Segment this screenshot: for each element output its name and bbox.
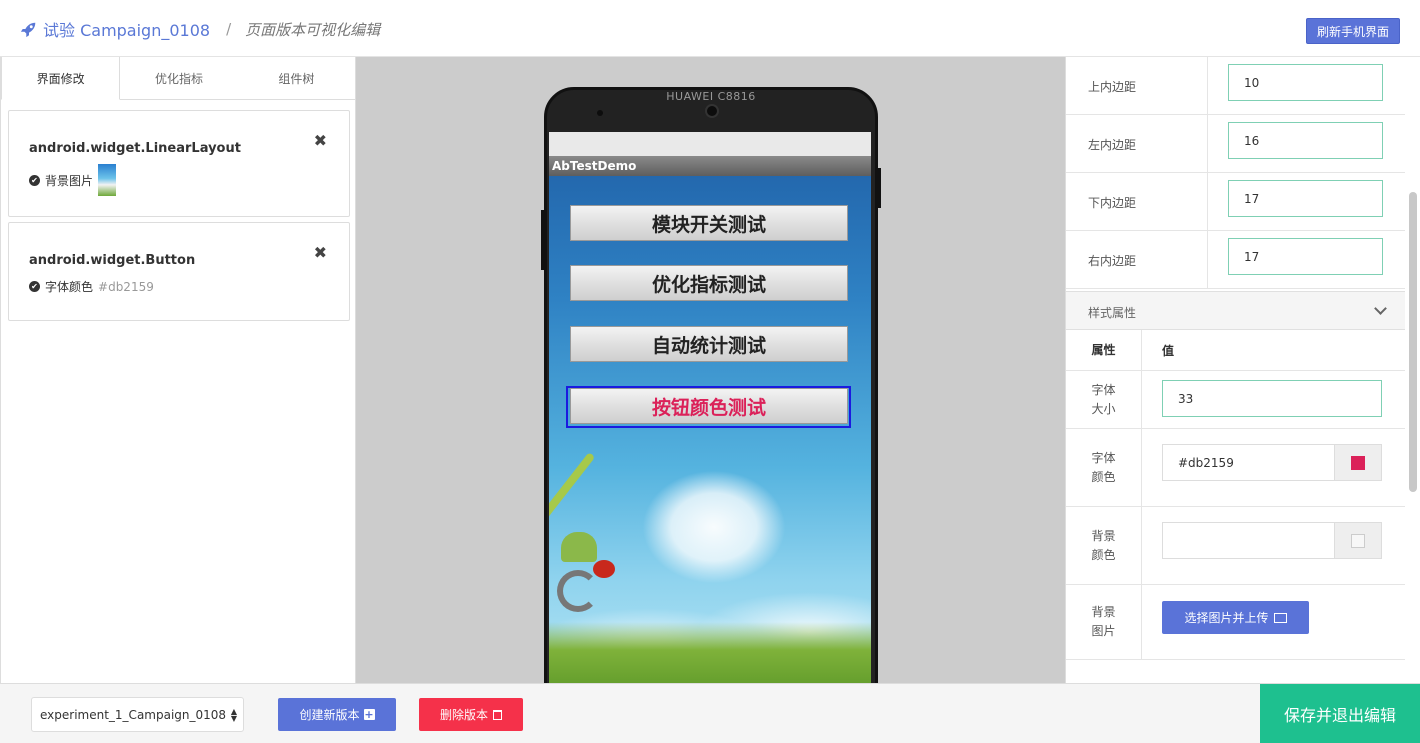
col-value-header: 值 <box>1162 344 1175 358</box>
phone-button-metrics[interactable]: 优化指标测试 <box>570 265 848 301</box>
change-card-title: android.widget.LinearLayout <box>29 141 241 156</box>
chevron-down-icon[interactable] <box>1374 302 1387 315</box>
save-and-exit-button[interactable]: 保存并退出编辑 <box>1260 684 1420 743</box>
plus-square-icon: + <box>363 708 375 721</box>
prop-row-bg-color: 背景 颜色 <box>1066 507 1405 585</box>
font-color-value: #db2159 <box>1178 455 1234 470</box>
phone-power-button <box>877 168 881 208</box>
ladybug <box>593 560 615 578</box>
bg-color-picker-button[interactable] <box>1334 523 1381 558</box>
upload-image-button[interactable]: 选择图片并上传 <box>1162 601 1309 634</box>
top-header: 试验 Campaign_0108 / 页面版本可视化编辑 刷新手机界面 <box>0 0 1420 57</box>
change-prop-label: 字体颜色 <box>45 280 94 294</box>
padding-right-input[interactable]: 17 <box>1228 238 1383 275</box>
selection-highlight <box>566 386 851 428</box>
change-card-linearlayout[interactable]: android.widget.LinearLayout ✖ ✔ 背景图片 <box>8 110 350 217</box>
app-title-bar: AbTestDemo <box>549 156 871 176</box>
change-card-prop: ✔ 背景图片 <box>29 164 117 196</box>
prop-label: 右内边距 <box>1088 253 1137 268</box>
style-table-header: 属性 值 <box>1066 330 1405 371</box>
bg-color-swatch <box>1351 533 1365 548</box>
check-circle-icon: ✔ <box>29 281 40 292</box>
phone-camera <box>705 104 719 118</box>
breadcrumb: 试验 Campaign_0108 / 页面版本可视化编辑 <box>20 17 380 41</box>
font-color-input[interactable]: #db2159 <box>1162 444 1382 481</box>
delete-version-button[interactable]: 删除版本 <box>419 698 523 731</box>
prop-label: 字体 大小 <box>1091 382 1116 416</box>
change-card-title: android.widget.Button <box>29 253 196 268</box>
padding-left-input[interactable]: 16 <box>1228 122 1383 159</box>
create-version-label: 创建新版本 <box>299 708 360 722</box>
upload-image-label: 选择图片并上传 <box>1184 611 1269 625</box>
close-icon[interactable]: ✖ <box>314 131 327 150</box>
prop-row-font-size: 字体 大小 33 <box>1066 371 1405 429</box>
prop-row-bg-image: 背景 图片 选择图片并上传 <box>1066 585 1405 660</box>
phone-screen[interactable]: AbTestDemo 模块开关测试 优化指标测试 自动统计测试 按钮颜色测试 <box>549 132 871 683</box>
tab-metrics[interactable]: 优化指标 <box>120 57 237 99</box>
prop-label: 背景 颜色 <box>1091 528 1116 562</box>
version-select[interactable]: experiment_1_Campaign_0108 ▲ ▼ <box>31 697 244 732</box>
padding-top-input[interactable]: 10 <box>1228 64 1383 101</box>
change-prop-label: 背景图片 <box>45 173 94 188</box>
campaign-link[interactable]: 试验 Campaign_0108 <box>43 17 210 41</box>
properties-scrollbar[interactable] <box>1409 192 1417 492</box>
background-thumbnail <box>98 164 117 196</box>
prop-row-padding-bottom: 下内边距 17 <box>1066 173 1405 231</box>
version-select-value: experiment_1_Campaign_0108 <box>40 707 227 722</box>
phone-preview-area: HUAWEI C8816 AbTestDemo 模块开关测试 优化指标测试 自动… <box>356 57 1065 683</box>
style-section-header[interactable]: 样式属性 <box>1066 291 1405 330</box>
grass-decoration <box>549 622 871 683</box>
prop-label: 背景 图片 <box>1091 605 1116 638</box>
font-color-swatch <box>1351 455 1365 470</box>
loading-ring <box>557 570 599 612</box>
phone-button-auto-stats[interactable]: 自动统计测试 <box>570 326 848 362</box>
phone-model-label: HUAWEI C8816 <box>666 90 756 103</box>
select-arrows-icon: ▲ ▼ <box>230 707 237 723</box>
padding-bottom-input[interactable]: 17 <box>1228 180 1383 217</box>
prop-label: 字体 颜色 <box>1091 450 1116 484</box>
left-tabs: 界面修改 优化指标 组件树 <box>1 57 355 100</box>
phone-button-module-switch[interactable]: 模块开关测试 <box>570 205 848 241</box>
phone-sensor <box>597 110 603 116</box>
phone-volume-button <box>541 210 545 270</box>
prop-row-padding-left: 左内边距 16 <box>1066 115 1405 173</box>
prop-row-font-color: 字体 颜色 #db2159 <box>1066 429 1405 507</box>
bg-color-input[interactable] <box>1162 522 1382 559</box>
change-card-prop: ✔ 字体颜色 #db2159 <box>29 278 154 295</box>
prop-label: 下内边距 <box>1088 195 1137 210</box>
prop-row-padding-right: 右内边距 17 <box>1066 231 1405 289</box>
close-icon[interactable]: ✖ <box>314 243 327 262</box>
left-panel: 界面修改 优化指标 组件树 android.widget.LinearLayou… <box>0 57 356 683</box>
bottom-action-bar: experiment_1_Campaign_0108 ▲ ▼ 创建新版本 + 删除… <box>0 683 1420 743</box>
rocket-icon <box>20 22 36 38</box>
change-card-button[interactable]: android.widget.Button ✖ ✔ 字体颜色 #db2159 <box>8 222 350 321</box>
prop-label: 上内边距 <box>1088 79 1137 94</box>
tab-ui-changes[interactable]: 界面修改 <box>1 57 121 100</box>
create-version-button[interactable]: 创建新版本 + <box>278 698 396 731</box>
trash-icon <box>493 709 502 720</box>
breadcrumb-separator: / <box>226 20 232 38</box>
font-size-input[interactable]: 33 <box>1162 380 1382 417</box>
prop-label: 左内边距 <box>1088 137 1137 152</box>
properties-panel: 上内边距 10 左内边距 16 下内边距 17 右内边距 17 样式属性 属性 … <box>1065 57 1420 683</box>
page-title: 页面版本可视化编辑 <box>245 20 381 39</box>
change-prop-value: #db2159 <box>98 279 154 294</box>
delete-version-label: 删除版本 <box>439 708 488 722</box>
image-icon <box>1273 612 1287 623</box>
prop-row-padding-top: 上内边距 10 <box>1066 57 1405 115</box>
refresh-phone-button[interactable]: 刷新手机界面 <box>1306 18 1400 44</box>
style-section-title: 样式属性 <box>1088 306 1137 320</box>
phone-frame: HUAWEI C8816 AbTestDemo 模块开关测试 优化指标测试 自动… <box>541 87 881 683</box>
col-attr-header: 属性 <box>1091 342 1116 357</box>
font-color-picker-button[interactable] <box>1334 445 1381 480</box>
android-logo <box>561 532 597 562</box>
phone-status-bar <box>549 132 871 156</box>
tab-component-tree[interactable]: 组件树 <box>238 57 355 99</box>
check-circle-icon: ✔ <box>29 174 40 186</box>
